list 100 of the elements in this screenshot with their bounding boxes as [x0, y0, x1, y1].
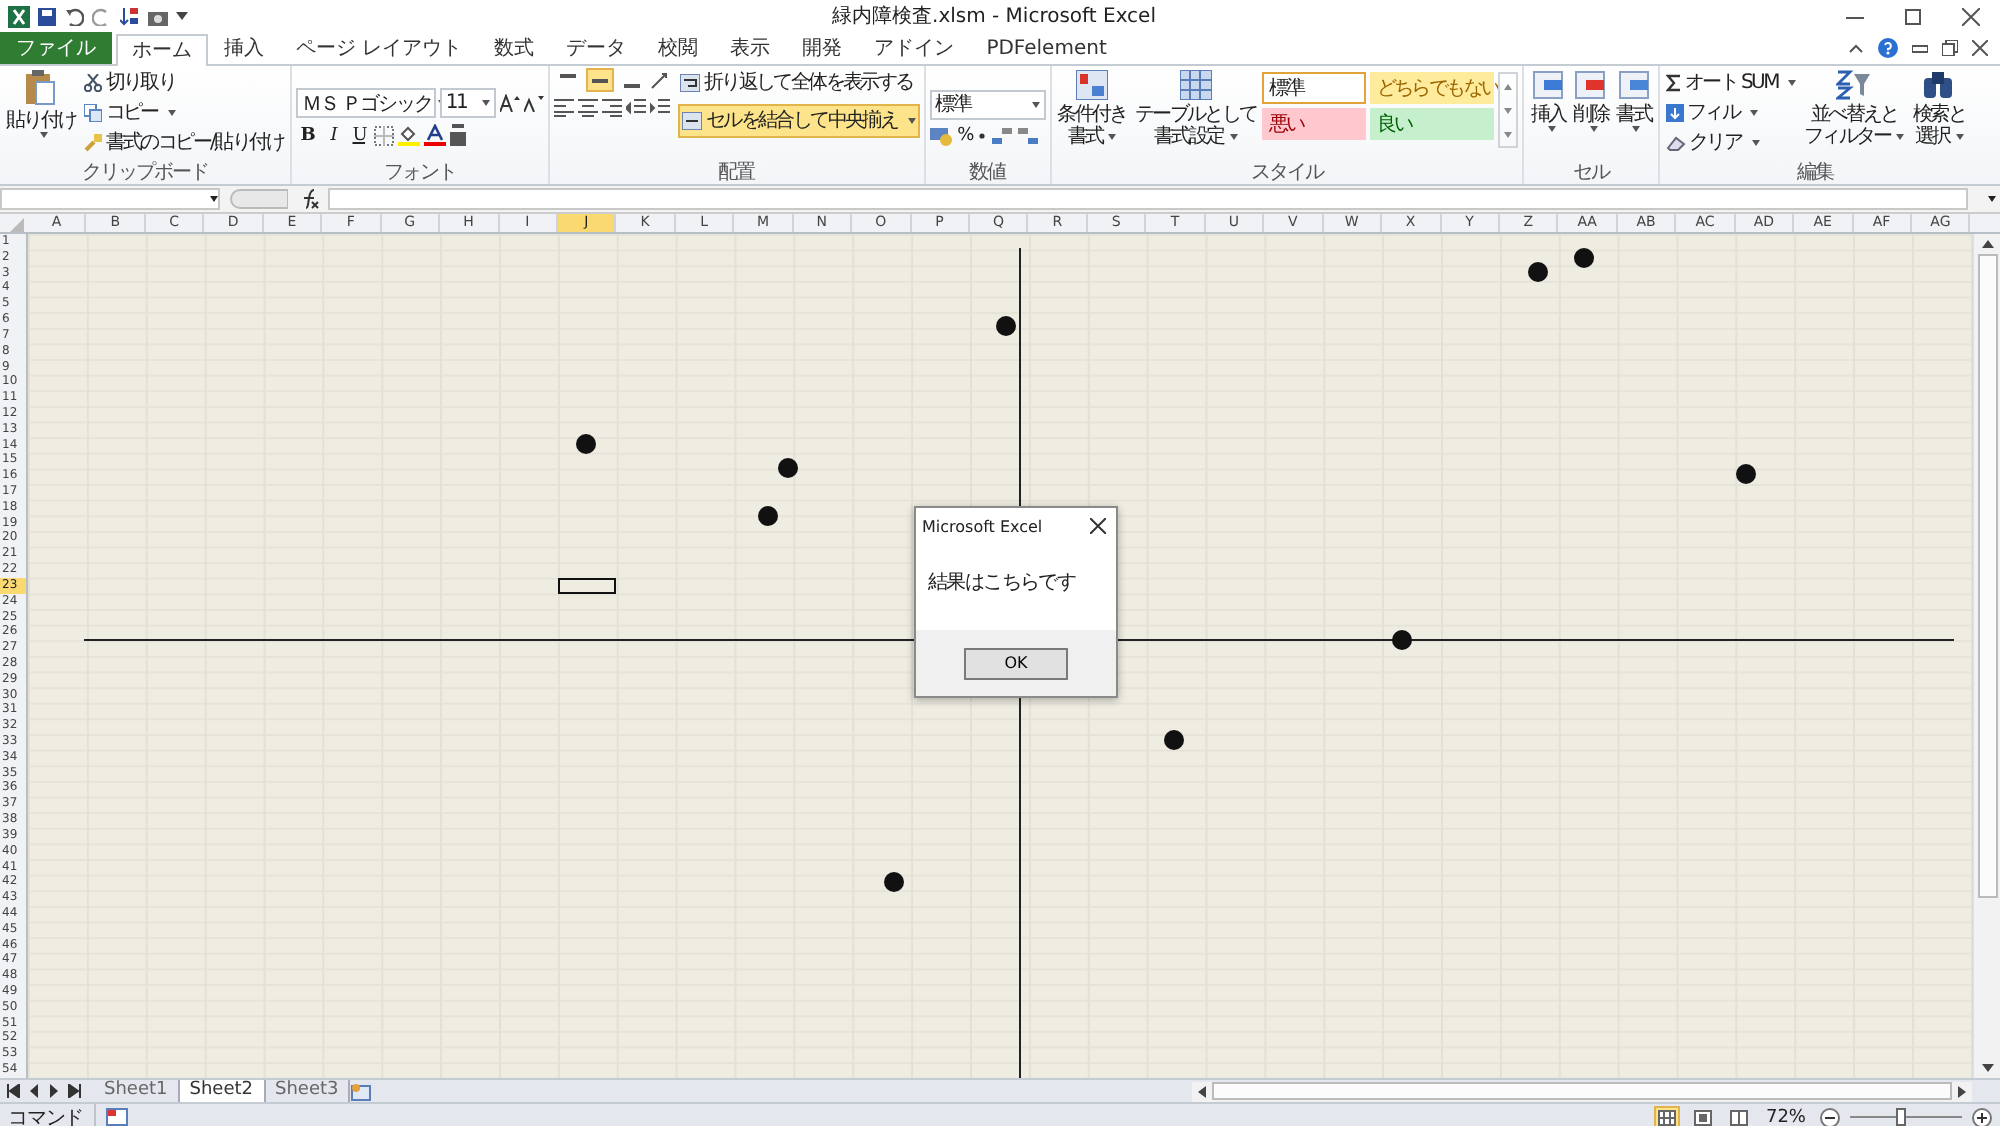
align-left-icon[interactable]: [553, 98, 574, 118]
last-sheet-icon[interactable]: [68, 1084, 82, 1098]
caret-icon: [167, 110, 176, 116]
wrap-text-button[interactable]: 折り返して全体を表示する: [677, 68, 920, 98]
phonetic-icon[interactable]: [449, 124, 466, 146]
vertical-scrollbar[interactable]: [1972, 234, 2000, 1078]
excel-logo-icon[interactable]: [8, 5, 30, 27]
fill-color-icon[interactable]: [397, 124, 420, 146]
close-icon[interactable]: [1962, 7, 1980, 25]
zoom-level[interactable]: 72%: [1761, 1107, 1810, 1126]
ok-button[interactable]: OK: [964, 647, 1068, 679]
font-size-field[interactable]: 11: [439, 88, 496, 118]
ribbon-tab[interactable]: 数式: [478, 32, 551, 64]
sort-filter-button[interactable]: 並べ替えと フィルター: [1801, 68, 1907, 148]
group-label: 数値: [967, 162, 1009, 184]
find-select-button[interactable]: 検索と 選択: [1910, 68, 1968, 148]
formula-input[interactable]: [328, 188, 1968, 210]
zoom-slider-thumb[interactable]: [1895, 1108, 1906, 1126]
paste-button[interactable]: 貼り付け: [4, 68, 78, 138]
borders-icon[interactable]: [373, 125, 394, 145]
restore-icon[interactable]: [1942, 40, 1958, 56]
cell-style-option[interactable]: 標準: [1262, 72, 1367, 104]
align-right-icon[interactable]: [601, 98, 622, 118]
save-icon[interactable]: [38, 7, 56, 25]
zoom-out-icon[interactable]: [1820, 1107, 1840, 1126]
number-format-field[interactable]: 標準: [929, 89, 1046, 119]
format-painter-button[interactable]: 書式のコピー/貼り付け: [81, 128, 286, 158]
ribbon-tab[interactable]: データ: [550, 32, 643, 64]
cells-grid-icon: [1617, 70, 1650, 100]
view-button[interactable]: [1689, 1105, 1716, 1126]
cell-style-option[interactable]: 悪い: [1262, 108, 1367, 140]
underline-button[interactable]: U: [347, 125, 370, 145]
copy-button[interactable]: コピー: [81, 98, 286, 128]
sort-icon[interactable]: [120, 6, 140, 26]
data-point: [1528, 262, 1548, 282]
cells-button[interactable]: 書式: [1614, 68, 1654, 132]
dialog-message: 結果はこちらです: [928, 572, 1076, 594]
macro-record-icon[interactable]: [105, 1108, 128, 1126]
minimize-icon[interactable]: [1912, 40, 1928, 56]
ribbon-tab[interactable]: ページ レイアウト: [280, 32, 479, 64]
status-mode: コマンド: [8, 1103, 96, 1126]
ribbon-tab[interactable]: 校閲: [642, 32, 715, 64]
restore-icon[interactable]: [1904, 7, 1922, 25]
increase-indent-icon[interactable]: [649, 98, 670, 118]
data-point: [996, 316, 1016, 336]
grow-font-icon[interactable]: [499, 94, 520, 112]
ribbon-tab[interactable]: アドイン: [858, 32, 971, 64]
clear-button[interactable]: クリア: [1663, 128, 1798, 158]
ribbon-tab[interactable]: ファイル: [0, 32, 112, 64]
group-label: 配置: [716, 162, 757, 184]
clipboard-icon: [24, 70, 57, 106]
data-point: [576, 434, 596, 454]
zoom-in-icon[interactable]: [1972, 1107, 1992, 1126]
cell-style-option[interactable]: 良い: [1370, 108, 1495, 140]
eraser-icon: [1665, 135, 1686, 151]
undo-icon[interactable]: [64, 7, 84, 25]
horizontal-scrollbar[interactable]: [1192, 1081, 1972, 1101]
decrease-indent-icon[interactable]: [625, 98, 646, 118]
align-center-icon[interactable]: [577, 98, 598, 118]
camera-icon[interactable]: [148, 7, 168, 25]
font-color-icon[interactable]: [423, 124, 446, 146]
currency-icon[interactable]: [929, 125, 954, 145]
cells-button[interactable]: 削除: [1571, 68, 1611, 132]
italic-button[interactable]: I: [321, 125, 344, 145]
format-as-table-button[interactable]: テーブルとして 書式設定: [1132, 68, 1259, 148]
ribbon-tab[interactable]: ホーム: [116, 34, 208, 66]
redo-icon[interactable]: [92, 7, 112, 25]
previous-sheet-icon[interactable]: [28, 1084, 40, 1098]
ribbon-tab[interactable]: PDFelement: [970, 32, 1123, 64]
cells-button[interactable]: 挿入: [1528, 68, 1568, 132]
gallery-scrollbar[interactable]: [1498, 72, 1519, 148]
autosum-button[interactable]: オート SUM: [1663, 68, 1798, 98]
help-icon[interactable]: [1878, 38, 1898, 58]
collapse-ribbon-icon[interactable]: [1848, 40, 1864, 56]
ribbon-tab[interactable]: 挿入: [208, 32, 280, 64]
ribbon-tab[interactable]: 開発: [786, 32, 859, 64]
increase-decimal-icon[interactable]: [991, 125, 1014, 145]
sheet-tab[interactable]: Sheet2: [179, 1080, 265, 1102]
decrease-decimal-icon[interactable]: [1017, 125, 1040, 145]
cut-button[interactable]: 切り取り: [81, 68, 286, 98]
conditional-formatting-button[interactable]: 条件付き 書式: [1055, 68, 1129, 148]
worksheet-grid[interactable]: Microsoft Excel 結果はこちらです OK: [28, 234, 1972, 1078]
insert-sheet-icon[interactable]: [350, 1081, 375, 1101]
percent-button[interactable]: %: [957, 125, 972, 145]
customize-caret-icon[interactable]: [176, 10, 188, 22]
bold-button[interactable]: B: [295, 125, 318, 145]
comma-style-icon[interactable]: [975, 127, 988, 143]
next-sheet-icon[interactable]: [48, 1084, 60, 1098]
shrink-font-icon[interactable]: [523, 94, 544, 112]
fill-button[interactable]: フィル: [1663, 98, 1798, 128]
group-label: クリップボード: [79, 162, 210, 184]
view-button[interactable]: [1725, 1105, 1752, 1126]
merge-center-button[interactable]: セルを結合して中央揃え: [677, 104, 920, 138]
ribbon-tab[interactable]: 表示: [714, 32, 787, 64]
close-icon[interactable]: [1972, 40, 1988, 56]
vertical-align-button[interactable]: [585, 68, 614, 92]
font-name-field[interactable]: ＭＳ Ｐゴシック: [295, 88, 436, 118]
view-button[interactable]: [1653, 1105, 1680, 1126]
first-sheet-icon[interactable]: [6, 1084, 20, 1098]
close-icon[interactable]: [1090, 518, 1106, 534]
